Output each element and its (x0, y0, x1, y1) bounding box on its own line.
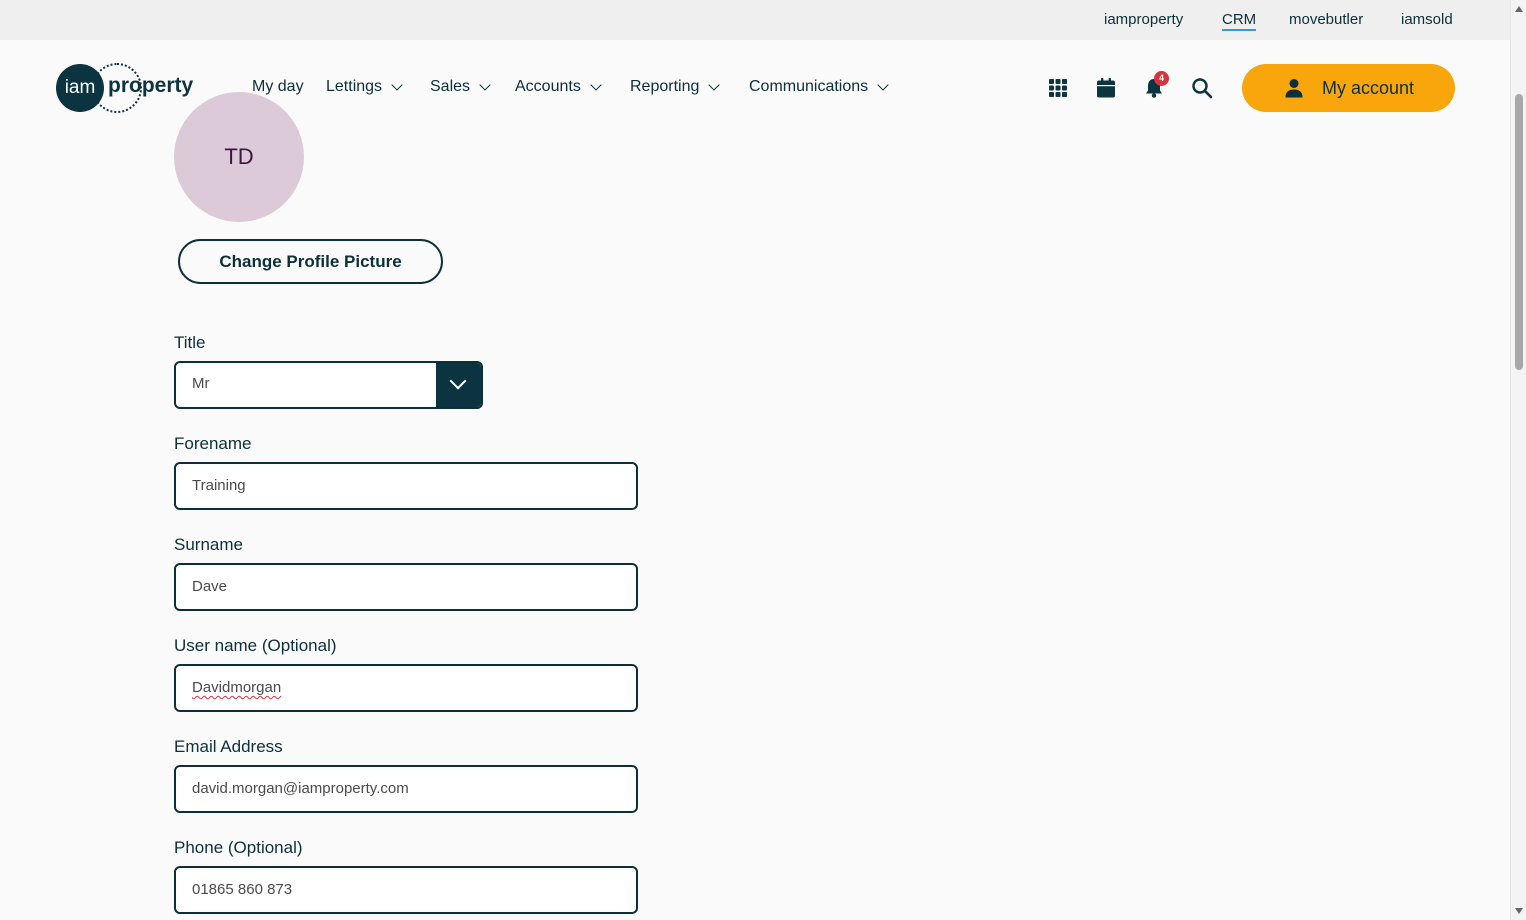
phone-value: 01865 860 873 (192, 881, 293, 898)
nav-communications[interactable]: Communications (749, 78, 889, 96)
nav-reporting[interactable]: Reporting (630, 78, 721, 96)
brand-logo[interactable]: iam property (56, 63, 201, 114)
logo-word: property (108, 74, 194, 97)
my-account-label: My account (1322, 78, 1415, 98)
search-icon[interactable] (1191, 77, 1213, 99)
change-profile-picture-button[interactable]: Change Profile Picture (178, 239, 443, 284)
forename-value: Training (192, 477, 246, 494)
select-toggle[interactable] (436, 363, 481, 407)
top-link-iamsold[interactable]: iamsold (1401, 11, 1453, 28)
nav-label: Reporting (630, 78, 700, 95)
nav-label: My day (252, 78, 304, 95)
scroll-down-arrow-icon[interactable] (1515, 908, 1523, 914)
page-scrollbar[interactable] (1510, 0, 1526, 920)
email-field[interactable]: david.morgan@iamproperty.com (174, 765, 638, 813)
top-link-crm[interactable]: CRM (1222, 11, 1257, 31)
title-label: Title (174, 333, 206, 352)
nav-sales[interactable]: Sales (430, 78, 491, 96)
nav-label: Accounts (515, 78, 581, 95)
username-field[interactable]: Davidmorgan (174, 664, 638, 712)
nav-label: Lettings (326, 78, 383, 95)
surname-value: Dave (192, 578, 228, 595)
title-select-value: Mr (192, 375, 210, 392)
nav-accounts[interactable]: Accounts (515, 78, 602, 96)
chevron-down-icon (590, 78, 602, 91)
chevron-down-icon (479, 78, 491, 91)
logo-circle: iam (56, 64, 104, 112)
email-label: Email Address (174, 737, 283, 756)
phone-label: Phone (Optional) (174, 838, 303, 857)
nav-lettings[interactable]: Lettings (326, 78, 403, 96)
user-icon (1285, 79, 1303, 98)
title-select[interactable]: Mr (174, 361, 483, 409)
surname-field[interactable]: Dave (174, 563, 638, 611)
apps-grid-icon[interactable] (1047, 77, 1069, 99)
my-account-button[interactable]: My account (1242, 64, 1455, 112)
notification-badge: 4 (1154, 71, 1169, 86)
scrollbar-thumb[interactable] (1515, 94, 1523, 370)
chevron-down-icon (391, 78, 403, 91)
email-value: david.morgan@iamproperty.com (192, 780, 409, 797)
chevron-down-icon (708, 78, 721, 91)
forename-label: Forename (174, 434, 252, 453)
scroll-up-arrow-icon[interactable] (1515, 6, 1523, 12)
nav-label: Communications (749, 78, 869, 95)
avatar-initials: TD (224, 144, 254, 169)
top-utility-bar: iamproperty CRM movebutler iamsold (0, 0, 1510, 40)
forename-field[interactable]: Training (174, 462, 638, 510)
top-link-movebutler[interactable]: movebutler (1289, 11, 1363, 28)
chevron-down-icon (449, 372, 467, 390)
avatar: TD (174, 92, 304, 222)
username-label: User name (Optional) (174, 636, 337, 655)
surname-label: Surname (174, 535, 243, 554)
username-value: Davidmorgan (192, 679, 282, 696)
phone-field[interactable]: 01865 860 873 (174, 866, 638, 914)
nav-label: Sales (430, 78, 471, 95)
chevron-down-icon (877, 78, 889, 91)
top-link-iamproperty[interactable]: iamproperty (1104, 11, 1183, 28)
calendar-icon[interactable] (1095, 77, 1117, 99)
nav-my-day[interactable]: My day (252, 78, 304, 96)
